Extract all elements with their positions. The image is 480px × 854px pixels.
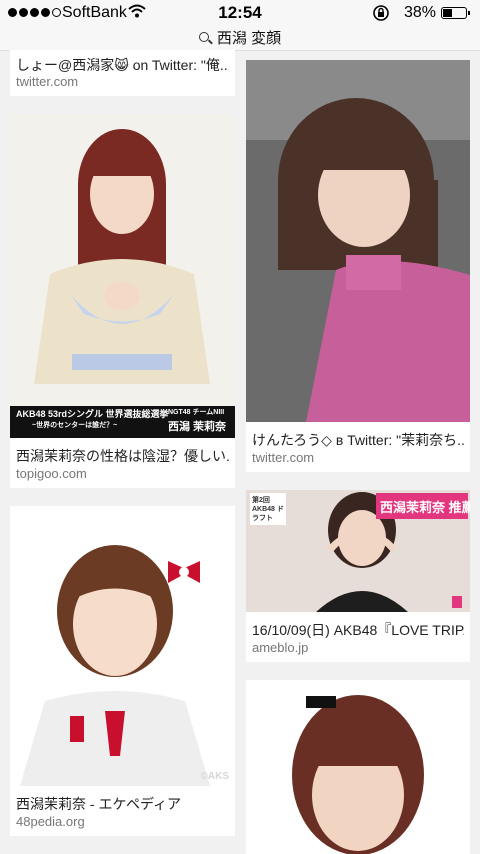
- battery-icon: [441, 7, 470, 19]
- rotation-lock-icon: [372, 4, 390, 27]
- image-result-card[interactable]: しょー@西潟家😸 on Twitter: "俺... twitter.com: [10, 50, 235, 96]
- result-thumbnail[interactable]: ©AKS: [10, 506, 235, 786]
- photo-watermark: ©AKS: [200, 771, 229, 782]
- image-result-card[interactable]: AKB48 53rdシングル 世界選抜総選挙 ~世界のセンターは誰だ？~ NGT…: [10, 114, 235, 488]
- result-title[interactable]: 16/10/09(日) AKB48『LOVE TRIP...: [252, 620, 464, 640]
- address-bar[interactable]: 西潟 変顔: [0, 26, 480, 51]
- result-source: ameblo.jp: [252, 640, 309, 655]
- image-result-card[interactable]: [246, 680, 470, 854]
- status-bar: SoftBank 12:54 38%: [0, 0, 480, 26]
- result-title[interactable]: 西潟茉莉奈 - エケペディア: [16, 794, 229, 814]
- image-result-card[interactable]: ©AKS 西潟茉莉奈 - エケペディア 48pedia.org: [10, 506, 235, 836]
- photo-member-name: 西潟 茉莉奈: [168, 421, 227, 433]
- result-title[interactable]: けんたろう◇ в Twitter: "茉莉奈ち...: [252, 430, 464, 450]
- result-source: 48pedia.org: [16, 814, 85, 829]
- photo-corner-logo: 第2回 AKB48 ドラフト: [252, 497, 284, 522]
- search-icon: [198, 32, 209, 42]
- photo-caption-line: AKB48 53rdシングル 世界選抜総選挙: [16, 409, 169, 419]
- battery-percent: 38%: [404, 4, 437, 21]
- result-source: twitter.com: [16, 74, 79, 89]
- result-thumbnail[interactable]: 西潟茉莉奈 推薦 第2回 AKB48 ドラフト: [246, 490, 470, 612]
- result-source: twitter.com: [252, 450, 315, 465]
- result-thumbnail[interactable]: AKB48 53rdシングル 世界選抜総選挙 ~世界のセンターは誰だ？~ NGT…: [10, 114, 235, 438]
- result-title[interactable]: しょー@西潟家😸 on Twitter: "俺...: [16, 55, 229, 75]
- result-source: topigoo.com: [16, 466, 87, 481]
- image-result-card[interactable]: けんたろう◇ в Twitter: "茉莉奈ち... twitter.com: [246, 60, 470, 472]
- image-result-card[interactable]: 西潟茉莉奈 推薦 第2回 AKB48 ドラフト 16/10/09(日) AKB4…: [246, 490, 470, 662]
- result-thumbnail[interactable]: [246, 60, 470, 422]
- photo-banner-text: 西潟茉莉奈 推薦: [380, 500, 470, 515]
- photo-caption-subline: ~世界のセンターは誰だ？~: [32, 422, 118, 429]
- result-title[interactable]: 西潟茉莉奈の性格は陰湿？優しい...: [16, 446, 229, 466]
- photo-team-tag: NGT48 チームNIII: [168, 409, 225, 416]
- search-query: 西潟 変顔: [216, 30, 282, 47]
- result-thumbnail[interactable]: [246, 680, 470, 854]
